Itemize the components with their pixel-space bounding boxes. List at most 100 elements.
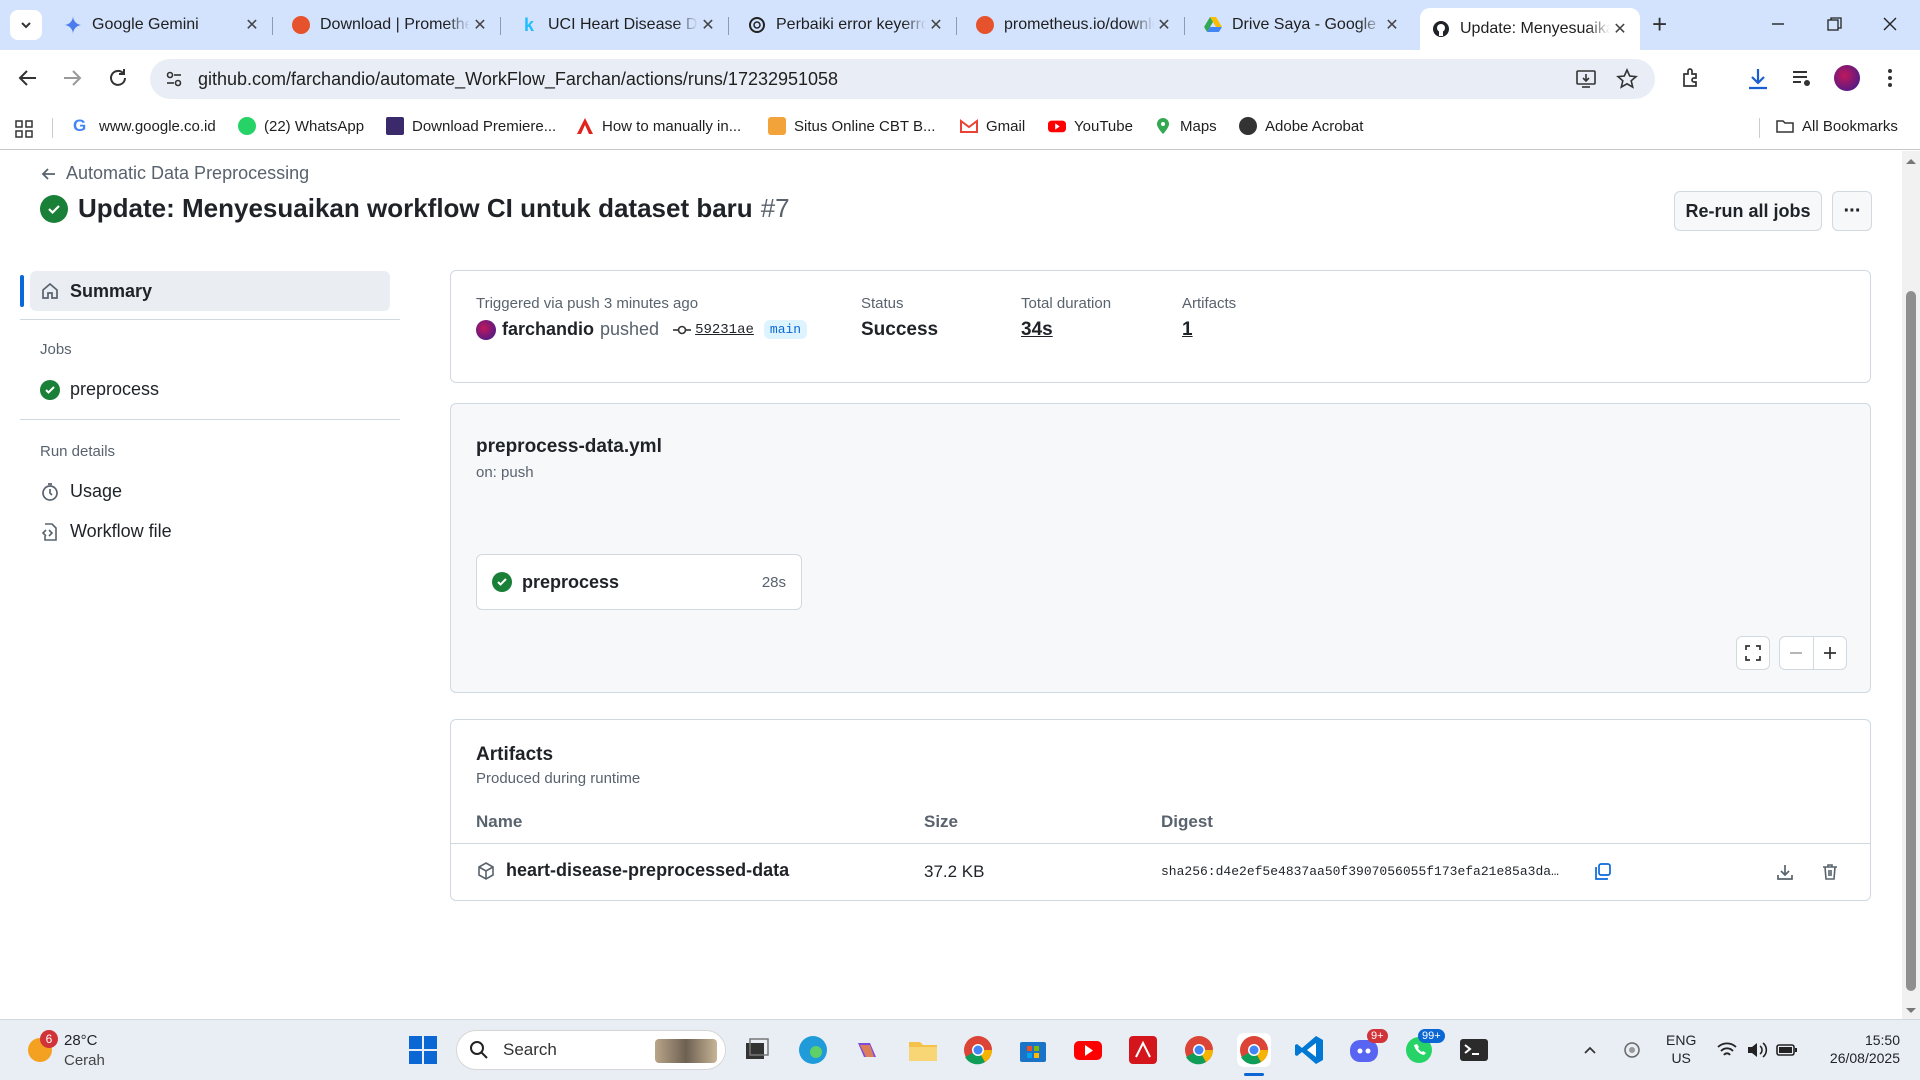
tab-github-run[interactable]: Update: Menyesuaikan ✕: [1420, 8, 1640, 50]
download-icon[interactable]: [1775, 862, 1795, 882]
profile-avatar[interactable]: [1834, 65, 1860, 91]
bookmark-whatsapp[interactable]: (22) WhatsApp: [238, 117, 364, 135]
bookmark-star-icon[interactable]: [1616, 68, 1638, 90]
bookmark-maps[interactable]: Maps: [1154, 117, 1217, 135]
youtube-app[interactable]: [1071, 1033, 1105, 1067]
minimize-button[interactable]: [1766, 12, 1790, 36]
start-button[interactable]: [406, 1033, 440, 1067]
language-indicator[interactable]: ENG US: [1666, 1031, 1696, 1067]
workflow-graph-card: preprocess-data.yml on: push preprocess …: [450, 403, 1871, 693]
taskbar-search[interactable]: Search: [456, 1030, 726, 1070]
address-bar[interactable]: github.com/farchandio/automate_WorkFlow_…: [150, 59, 1655, 99]
whatsapp-app[interactable]: 99+: [1402, 1029, 1445, 1067]
close-icon[interactable]: ✕: [470, 15, 490, 35]
onedrive-icon[interactable]: [1622, 1040, 1642, 1060]
extensions-icon[interactable]: [1680, 66, 1704, 90]
zoom-out-button[interactable]: [1780, 637, 1814, 669]
run-summary-card: Triggered via push 3 minutes ago farchan…: [450, 270, 1871, 383]
scroll-up-icon[interactable]: [1902, 155, 1920, 167]
avatar[interactable]: [476, 319, 496, 340]
close-icon[interactable]: ✕: [1610, 19, 1630, 39]
tab-drive[interactable]: Drive Saya - Google Drive ✕: [1192, 8, 1412, 42]
job-node-preprocess[interactable]: preprocess 28s: [476, 554, 802, 610]
bookmark-youtube[interactable]: YouTube: [1048, 117, 1133, 135]
scroll-down-icon[interactable]: [1902, 1005, 1920, 1017]
close-icon[interactable]: ✕: [1382, 15, 1402, 35]
bookmark-gmail[interactable]: Gmail: [960, 117, 1025, 135]
apps-grid-icon[interactable]: [14, 119, 34, 139]
close-icon[interactable]: ✕: [1154, 15, 1174, 35]
all-bookmarks[interactable]: All Bookmarks: [1776, 117, 1898, 135]
sidebar-item-usage[interactable]: Usage: [40, 481, 122, 502]
more-vertical-icon[interactable]: [1882, 66, 1898, 90]
sidebar-job-preprocess[interactable]: preprocess: [40, 379, 159, 400]
new-tab-button[interactable]: +: [1652, 10, 1667, 38]
artifacts-count-value[interactable]: 1: [1182, 319, 1193, 341]
actor-link[interactable]: farchandio: [502, 319, 594, 340]
chrome-app-2[interactable]: [1182, 1033, 1216, 1067]
discord-app[interactable]: 9+: [1347, 1029, 1388, 1067]
close-icon[interactable]: ✕: [698, 15, 718, 35]
chevron-up-icon[interactable]: [1582, 1042, 1598, 1058]
tab-uci-heart[interactable]: k UCI Heart Disease Data ✕: [508, 8, 729, 42]
bookmark-manual[interactable]: How to manually in...: [576, 117, 741, 135]
close-icon[interactable]: ✕: [926, 15, 946, 35]
branch-badge[interactable]: main: [763, 320, 808, 339]
acrobat-app[interactable]: [1126, 1033, 1160, 1067]
commit-sha-link[interactable]: 59231ae: [695, 322, 754, 338]
tab-perbaiki-error[interactable]: Perbaiki error keyerror ✕: [736, 8, 957, 42]
copy-icon[interactable]: [1593, 862, 1613, 882]
scrollbar-thumb[interactable]: [1906, 291, 1916, 991]
success-check-icon: [40, 379, 60, 400]
artifact-name-link[interactable]: heart-disease-preprocessed-data: [476, 860, 789, 881]
file-explorer-app[interactable]: [906, 1033, 940, 1067]
copilot-app[interactable]: [850, 1033, 884, 1067]
bookmark-acrobat[interactable]: Adobe Acrobat: [1239, 117, 1363, 135]
trash-icon[interactable]: [1820, 862, 1840, 882]
close-icon[interactable]: ✕: [242, 15, 262, 35]
back-icon[interactable]: [16, 66, 40, 90]
folder-icon: [1776, 120, 1794, 133]
chrome-app-1[interactable]: [961, 1033, 995, 1067]
media-control-icon[interactable]: [1790, 66, 1814, 90]
tab-search-button[interactable]: [10, 10, 42, 40]
restore-button[interactable]: [1822, 12, 1846, 36]
bookmark-premiere[interactable]: Download Premiere...: [386, 117, 556, 135]
vscode-icon: [1295, 1036, 1323, 1064]
chrome-app-active[interactable]: [1237, 1033, 1271, 1067]
close-window-button[interactable]: [1878, 12, 1902, 36]
forward-icon[interactable]: [60, 66, 84, 90]
zoom-in-button[interactable]: [1814, 637, 1847, 669]
rerun-all-jobs-button[interactable]: Re-run all jobs: [1674, 191, 1822, 231]
duration-value[interactable]: 34s: [1021, 319, 1053, 341]
download-icon[interactable]: [1745, 66, 1771, 92]
bookmark-google[interactable]: Gwww.google.co.id: [73, 117, 216, 135]
sidebar-item-label: preprocess: [70, 379, 160, 399]
install-app-icon[interactable]: [1575, 68, 1597, 90]
wifi-icon[interactable]: [1716, 1040, 1738, 1060]
tab-gemini[interactable]: Google Gemini ✕: [52, 8, 273, 42]
clock[interactable]: 15:50 26/08/2025: [1810, 1031, 1900, 1067]
run-number: #7: [760, 193, 790, 223]
back-to-workflow-link[interactable]: Automatic Data Preprocessing: [40, 163, 309, 184]
store-app[interactable]: [1016, 1033, 1050, 1067]
sidebar-item-workflow-file[interactable]: Workflow file: [40, 521, 172, 542]
weather-widget[interactable]: 6 28°C Cerah: [24, 1030, 134, 1072]
sidebar-item-summary[interactable]: Summary: [30, 271, 390, 311]
volume-icon[interactable]: [1746, 1040, 1768, 1060]
vscode-app[interactable]: [1292, 1033, 1326, 1067]
reload-icon[interactable]: [106, 66, 130, 90]
tab-prometheus-download[interactable]: Download | Prometheus ✕: [280, 8, 501, 42]
github-icon: [1433, 21, 1449, 37]
toolbar: github.com/farchandio/automate_WorkFlow_…: [0, 50, 1920, 106]
task-view-button[interactable]: [740, 1033, 774, 1067]
edge-app[interactable]: [796, 1033, 830, 1067]
tab-prometheus-io[interactable]: prometheus.io/download ✕: [964, 8, 1185, 42]
bookmark-cbt[interactable]: Situs Online CBT B...: [768, 117, 935, 135]
fullscreen-button[interactable]: [1736, 636, 1770, 670]
terminal-app[interactable]: [1457, 1033, 1491, 1067]
site-info-icon[interactable]: [164, 69, 184, 89]
more-options-button[interactable]: ···: [1832, 191, 1872, 231]
page-scrollbar[interactable]: [1902, 151, 1920, 1019]
battery-icon[interactable]: [1776, 1041, 1798, 1059]
